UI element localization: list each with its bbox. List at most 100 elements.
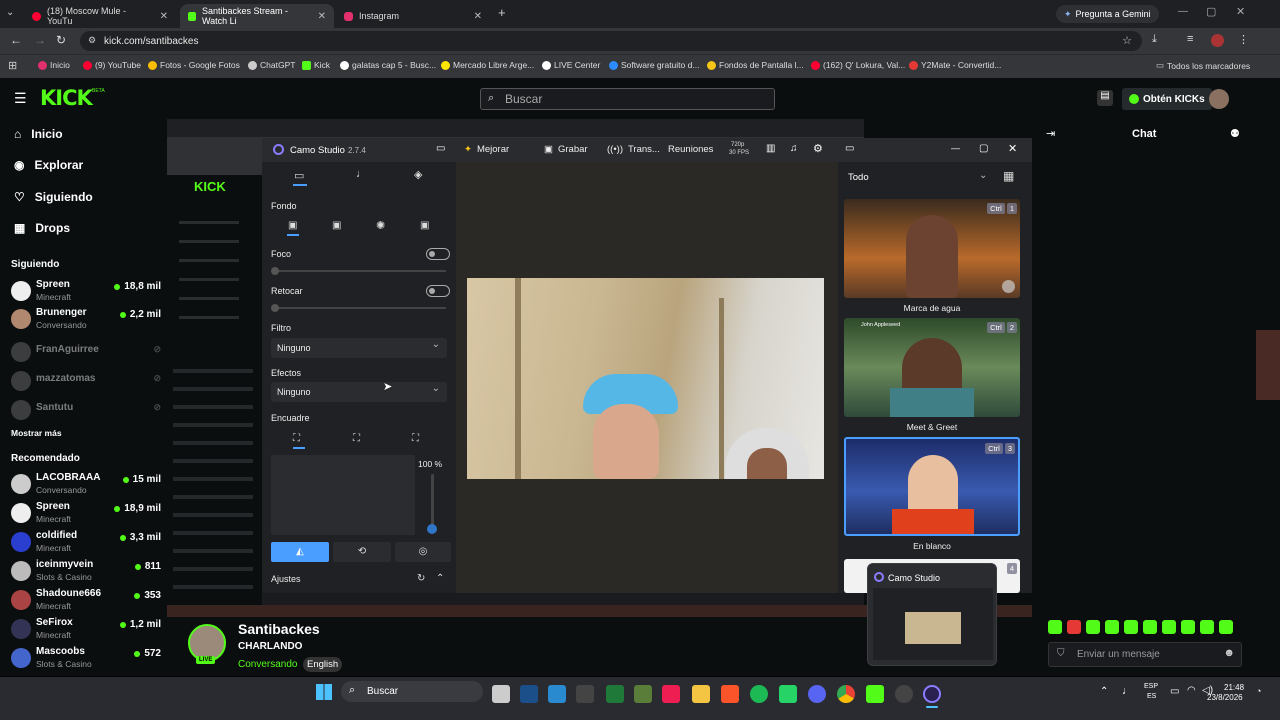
emoji-icon[interactable]: ☻ [1223,647,1235,659]
all-bookmarks[interactable]: ▭ Todos los marcadores [1156,60,1250,71]
discord-icon[interactable] [808,685,826,703]
retouch-toggle[interactable] [426,285,450,297]
obs-icon[interactable] [895,685,913,703]
back-icon[interactable]: ← [10,33,22,47]
camo-maximize-icon[interactable]: ▢ [979,143,988,154]
tray-chevron-icon[interactable]: ⌃ [1100,686,1108,697]
reset-icon[interactable]: ↻ [417,573,425,584]
new-tab-icon[interactable]: + [498,5,506,20]
framing-off-icon[interactable]: ⛶ [293,433,300,444]
channel-item[interactable]: coldified Minecraft 3,3 mil [11,530,161,558]
reload-icon[interactable]: ↻ [56,33,66,47]
clock-date[interactable]: 23/8/2026 [1207,693,1243,702]
download-icon[interactable]: ⤓ [1152,33,1157,46]
emote-icon[interactable] [1124,620,1138,634]
resolution-label[interactable]: 720p [731,142,744,148]
taskbar-preview-popup[interactable]: Camo Studio [867,563,997,666]
camo-minimize-icon[interactable]: — [951,143,960,153]
maximize-icon[interactable]: ▢ [1206,5,1216,18]
layout-icon[interactable]: ▥ [766,143,775,154]
bookmark-item[interactable]: Fotos - Google Fotos [148,60,240,70]
minimize-icon[interactable]: — [1178,6,1188,17]
channel-item[interactable]: LACOBRAAA Conversando 15 mil [11,472,161,500]
video-tab-icon[interactable]: ▭ [294,169,304,182]
excel-icon[interactable] [606,685,624,703]
emote-icon[interactable] [1105,620,1119,634]
meetings-button[interactable]: Reuniones [668,144,713,155]
chevron-down-icon[interactable]: ⌄ [979,170,987,181]
bookmark-item[interactable]: Kick [302,60,330,70]
user-avatar[interactable] [1209,89,1229,109]
language-tag[interactable]: English [303,657,343,672]
hamburger-menu-icon[interactable]: ☰ [14,90,27,107]
emote-icon[interactable] [1086,620,1100,634]
framing-wide-icon[interactable]: ⛶ [412,433,419,444]
chat-input[interactable]: ⛉ Enviar un mensaje ☻ [1048,642,1242,667]
get-kicks-button[interactable]: Obtén KICKs [1122,88,1212,110]
close-window-icon[interactable]: ✕ [1236,5,1245,18]
emote-icon[interactable] [1162,620,1176,634]
emote-icon[interactable] [1067,620,1081,634]
nav-siguiendo[interactable]: ♡ Siguiendo [14,190,93,204]
settings-gear-icon[interactable]: ⚙ [813,142,823,155]
channel-item[interactable]: Spreen Minecraft 18,8 mil [11,279,161,307]
bookmark-star-icon[interactable]: ☆ [1122,34,1132,47]
windows-start-icon[interactable] [316,684,332,700]
layers-tab-icon[interactable]: ◈ [414,168,422,181]
channel-item[interactable]: mazzatomas ⊘ [11,369,161,397]
zoom-slider-thumb[interactable] [427,524,437,534]
language-top[interactable]: ESP [1144,683,1158,690]
bookmark-item[interactable]: Fondos de Pantalla l... [707,60,804,70]
emote-icon[interactable] [1048,620,1062,634]
forward-icon[interactable]: → [34,33,46,47]
scene-filter-select[interactable]: Todo [848,172,869,183]
wifi-icon[interactable]: ◠ [1187,685,1196,696]
sidebar-toggle-icon[interactable]: ▤ [1097,90,1113,106]
whatsapp-icon[interactable] [779,685,797,703]
rotate-button[interactable]: ⟲ [333,542,391,562]
snapshot-button[interactable]: ◎ [395,542,451,562]
bookmark-item[interactable]: Inicio [38,60,70,70]
bookmark-item[interactable]: ChatGPT [248,60,295,70]
emote-icon[interactable] [1200,620,1214,634]
stream-category[interactable]: Conversando [238,659,297,670]
background-blur-icon[interactable]: ✺ [376,219,385,232]
scene-watermark[interactable]: Ctrl 1 [844,199,1020,298]
show-more-link[interactable]: Mostrar más [11,428,62,438]
tab-close-icon[interactable]: ✕ [474,11,482,22]
bookmark-item[interactable]: Software gratuito d... [609,60,699,70]
channel-item[interactable]: Mascoobs Slots & Casino 572 [11,646,161,674]
emote-icon[interactable] [1219,620,1233,634]
app-icon[interactable] [576,685,594,703]
apps-grid-icon[interactable]: ⊞ [8,59,17,72]
scene-meet-greet[interactable]: John Appleseed Ctrl 2 [844,318,1020,417]
profile-avatar[interactable] [1211,34,1224,47]
file-icon[interactable] [492,685,510,703]
channel-item[interactable]: SeFirox Minecraft 1,2 mil [11,617,161,645]
browser-tab-instagram[interactable]: Instagram ✕ [336,4,490,28]
network-icon[interactable]: ▭ [1170,686,1179,697]
zoom-slider[interactable] [431,474,434,530]
spotify-icon[interactable] [750,685,768,703]
microphone-icon[interactable]: ♩ [1122,685,1133,697]
kick-logo[interactable]: KICK [40,86,93,110]
channel-item[interactable]: Shadoune666 Minecraft 353 [11,588,161,616]
chrome-icon[interactable] [837,685,855,703]
improve-button[interactable]: ✦ Mejorar [464,144,509,155]
bookmark-item[interactable]: Mercado Libre Arge... [441,60,534,70]
taskbar-search[interactable]: ⌕ Buscar [341,681,483,702]
bookmark-item[interactable]: Y2Mate - Convertid... [909,60,1001,70]
background-person-icon[interactable]: ▣ [332,220,341,231]
language-bottom[interactable]: ES [1147,693,1156,700]
tab-close-icon[interactable]: ✕ [160,11,168,22]
browser-tab-kick[interactable]: Santibackes Stream - Watch Li ✕ [180,4,334,28]
chrome-menu-icon[interactable]: ⋮ [1238,33,1249,46]
bookmark-item[interactable]: LIVE Center [542,60,600,70]
grid-view-icon[interactable]: ▦ [1003,169,1014,183]
emote-icon[interactable] [1181,620,1195,634]
bookmark-item[interactable]: (162) Q' Lokura, Val... [811,60,905,70]
emote-icon[interactable] [1143,620,1157,634]
folder-icon[interactable] [692,685,710,703]
notification-icon[interactable]: ◔ [1256,686,1261,696]
bookmark-item[interactable]: galatas cap 5 - Busc... [340,60,436,70]
